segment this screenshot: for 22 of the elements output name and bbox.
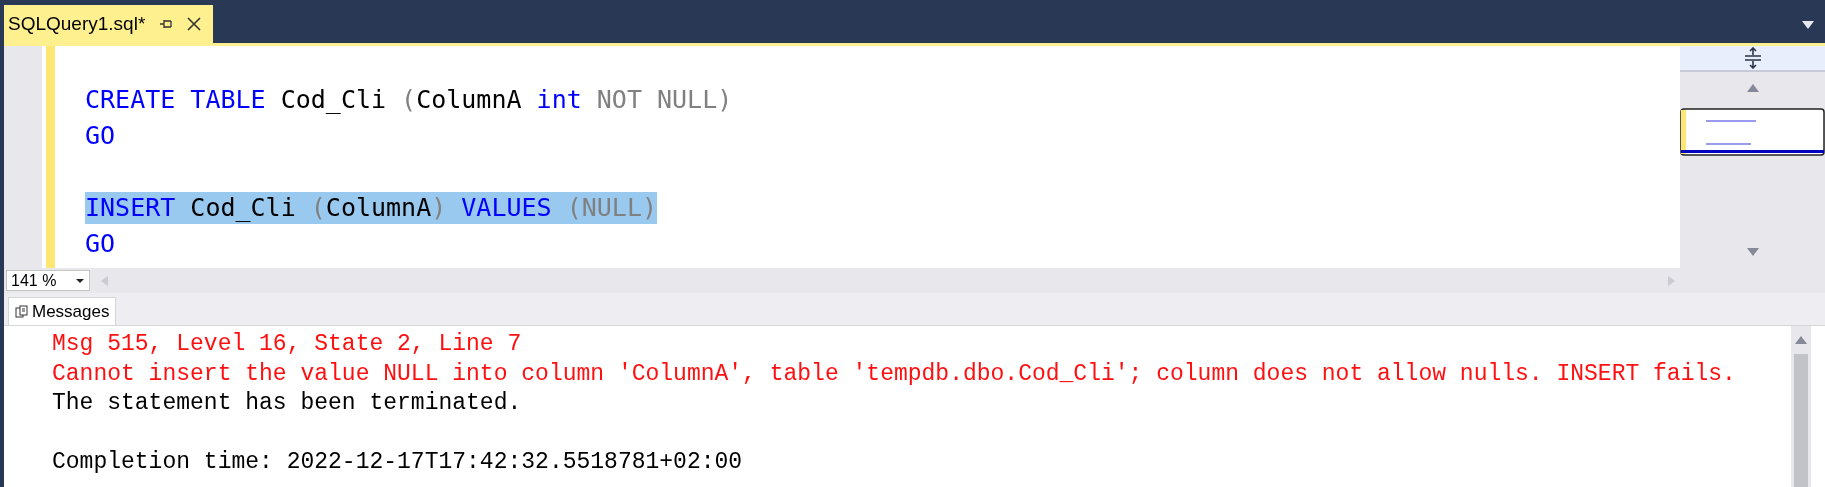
- error-message: Msg 515, Level 16, State 2, Line 7: [52, 330, 523, 359]
- code-line: CREATE TABLE Cod_Cli (ColumnA int NOT NULL): [85, 84, 733, 116]
- scrollbar-thumb[interactable]: [1794, 354, 1808, 487]
- message-line: Completion time: 2022-12-17T17:42:32.5518781+02:00: [52, 448, 744, 477]
- messages-icon: [15, 305, 28, 318]
- zoom-dropdown[interactable]: 141 %: [6, 270, 90, 291]
- scroll-up-icon[interactable]: [1745, 82, 1760, 94]
- code-minimap[interactable]: [1680, 108, 1825, 156]
- tab-list-icon[interactable]: [1801, 19, 1815, 31]
- scroll-up-icon[interactable]: [1794, 334, 1808, 346]
- error-message: Cannot insert the value NULL into column 'ColumnA', table 'tempdb.dbo.Cod_Cli'; column does not allow nulls. INSERT fails.: [52, 359, 1737, 389]
- tab-label: Messages: [32, 301, 110, 322]
- close-icon[interactable]: [187, 17, 202, 31]
- splitter-icon[interactable]: [1742, 47, 1763, 69]
- code-line: GO: [85, 120, 116, 152]
- code-line: GO: [85, 228, 116, 260]
- document-tab[interactable]: SQLQuery1.sql*: [4, 5, 214, 43]
- pin-icon[interactable]: [159, 18, 174, 30]
- caret-icon[interactable]: [75, 277, 85, 284]
- message-line: The statement has been terminated.: [52, 389, 523, 418]
- messages-tab[interactable]: Messages: [8, 297, 117, 325]
- scroll-down-icon[interactable]: [1745, 246, 1760, 258]
